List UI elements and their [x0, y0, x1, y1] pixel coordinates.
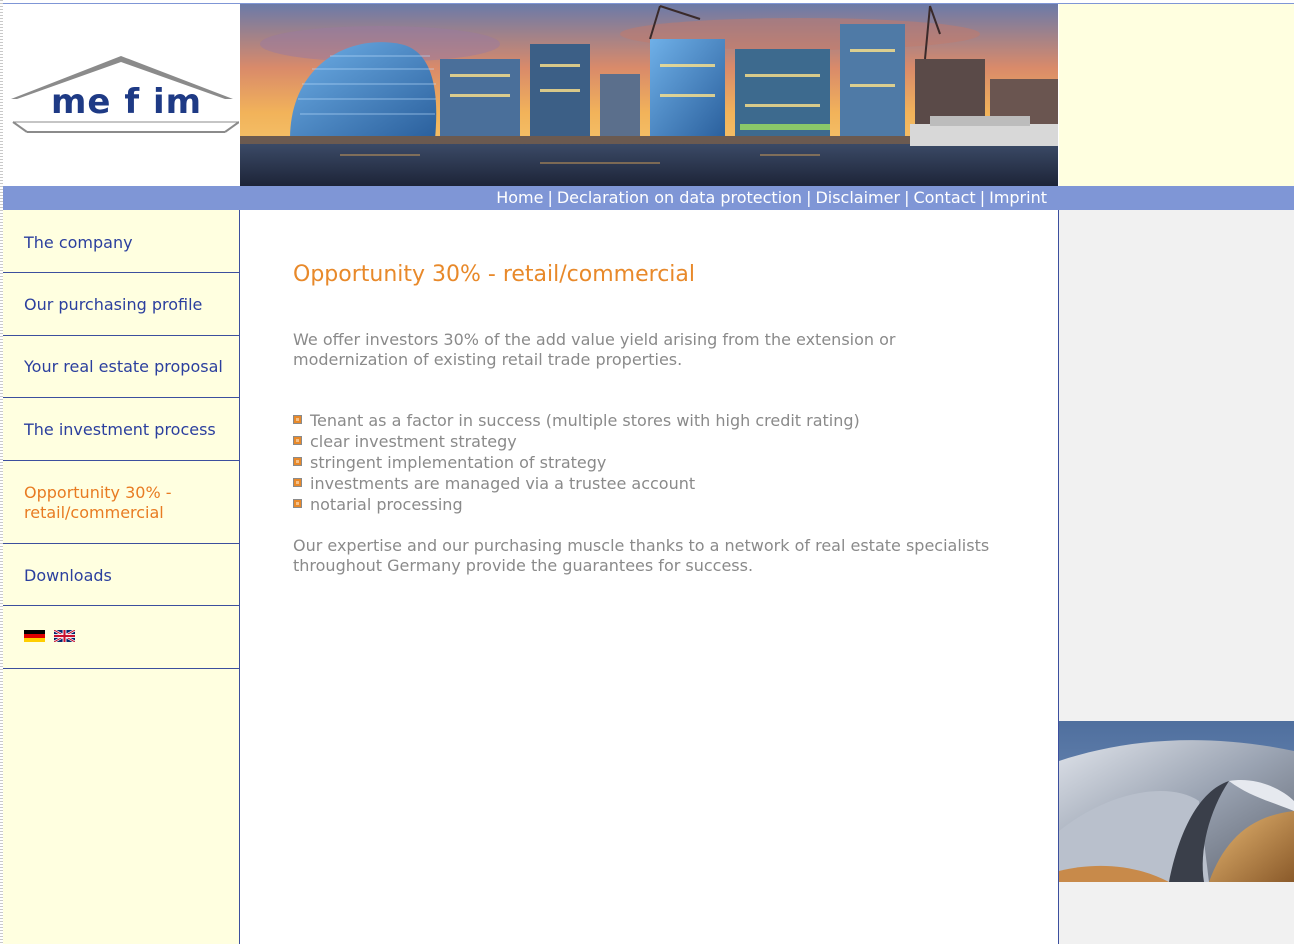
list-item: Tenant as a factor in success (multiple …	[293, 410, 860, 431]
nav-link-imprint[interactable]: Imprint	[989, 188, 1047, 207]
sidebar-item-label: The company	[24, 233, 133, 252]
page-title: Opportunity 30% - retail/commercial	[293, 262, 695, 287]
list-item-text: investments are managed via a trustee ac…	[310, 474, 696, 493]
sidebar-item-label: Opportunity 30% - retail/commercial	[24, 483, 172, 522]
logo-text: me f im	[51, 82, 203, 122]
sidebar: The company Our purchasing profile Your …	[3, 210, 240, 944]
nav-separator: |	[979, 188, 986, 207]
german-flag-icon[interactable]	[24, 630, 45, 642]
right-column	[1059, 210, 1294, 944]
feature-list: Tenant as a factor in success (multiple …	[293, 410, 860, 515]
bullet-square-icon	[293, 415, 302, 424]
sidebar-item-real-estate-proposal[interactable]: Your real estate proposal	[3, 336, 239, 398]
sidebar-item-label: Our purchasing profile	[24, 295, 203, 314]
main-content: Opportunity 30% - retail/commercial We o…	[240, 210, 1059, 944]
sidebar-item-label: Your real estate proposal	[24, 357, 223, 376]
bullet-square-icon	[293, 436, 302, 445]
nav-separator: |	[806, 188, 812, 207]
list-item: clear investment strategy	[293, 431, 860, 452]
nav-link-home[interactable]: Home	[496, 188, 543, 207]
architecture-photo	[1059, 721, 1294, 882]
list-item: notarial processing	[293, 494, 860, 515]
list-item-text: notarial processing	[310, 495, 463, 514]
header-banner-image	[240, 4, 1058, 186]
header-right-panel	[1059, 4, 1294, 186]
nav-link-contact[interactable]: Contact	[913, 188, 975, 207]
logo[interactable]: me f im	[3, 4, 239, 186]
nav-separator: |	[904, 188, 910, 207]
intro-paragraph: We offer investors 30% of the add value …	[293, 330, 896, 369]
sidebar-item-label: The investment process	[24, 420, 216, 439]
bullet-square-icon	[293, 478, 302, 487]
nav-link-data-protection[interactable]: Declaration on data protection	[557, 188, 802, 207]
sidebar-item-investment-process[interactable]: The investment process	[3, 398, 239, 461]
uk-flag-icon[interactable]	[54, 630, 75, 642]
sidebar-item-purchasing-profile[interactable]: Our purchasing profile	[3, 273, 239, 336]
list-item-text: clear investment strategy	[310, 432, 517, 451]
sidebar-item-company[interactable]: The company	[3, 210, 239, 273]
nav-link-disclaimer[interactable]: Disclaimer	[815, 188, 900, 207]
top-nav-links: Home | Declaration on data protection | Disc…	[496, 186, 1047, 210]
sidebar-item-label: Downloads	[24, 566, 112, 585]
nav-separator: |	[547, 188, 553, 207]
bullet-square-icon	[293, 457, 302, 466]
list-item: stringent implementation of strategy	[293, 452, 860, 473]
list-item-text: stringent implementation of strategy	[310, 453, 607, 472]
bullet-square-icon	[293, 499, 302, 508]
sidebar-item-downloads[interactable]: Downloads	[3, 544, 239, 606]
sidebar-item-opportunity-30[interactable]: Opportunity 30% - retail/commercial	[3, 461, 239, 544]
list-item: investments are managed via a trustee ac…	[293, 473, 860, 494]
list-item-text: Tenant as a factor in success (multiple …	[310, 411, 860, 430]
closing-paragraph: Our expertise and our purchasing muscle …	[293, 536, 990, 575]
